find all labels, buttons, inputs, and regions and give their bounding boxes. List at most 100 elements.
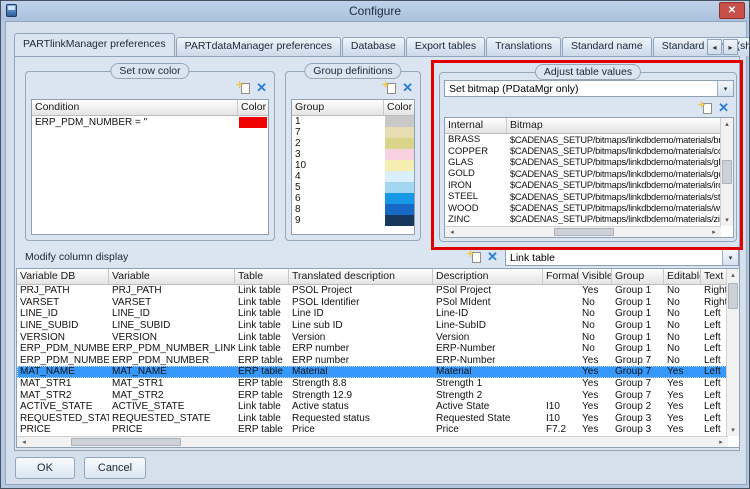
group-definition-row[interactable]: 9 [292,215,414,226]
group-color-swatch[interactable] [385,160,414,171]
column-header-internal[interactable]: Internal [445,118,507,133]
new-item-icon[interactable] [382,81,397,94]
scroll-left-icon[interactable]: ◂ [17,437,31,447]
column-header-group[interactable]: Group [292,100,384,115]
group-color-swatch[interactable] [385,215,414,226]
bitmap-row[interactable]: ZINC $CADENAS_SETUP/bitmaps/linkdbdemo/m… [445,214,720,225]
row-color-swatch[interactable] [239,117,267,128]
bitmap-row[interactable]: WOOD $CADENAS_SETUP/bitmaps/linkdbdemo/m… [445,202,720,214]
column-header-description[interactable]: Description [433,269,543,284]
delete-icon[interactable]: ✕ [718,101,729,114]
scroll-up-icon[interactable]: ▴ [727,269,739,281]
group-color-swatch[interactable] [385,171,414,182]
bitmap-horizontal-scrollbar[interactable]: ◂ ▸ [445,226,721,237]
ok-button[interactable]: OK [15,457,75,479]
group-color-swatch[interactable] [385,204,414,215]
scroll-down-icon[interactable]: ▾ [721,214,733,226]
column-header-color[interactable]: Color [238,100,268,115]
chevron-down-icon[interactable]: ▾ [722,250,738,265]
tab[interactable]: PARTdataManager preferences [175,37,341,56]
group-color-swatch[interactable] [385,149,414,160]
group-color-swatch[interactable] [385,182,414,193]
column-header-group[interactable]: Group [612,269,664,284]
group-definition-row[interactable]: 3 [292,149,414,160]
table-row[interactable]: MAT_NAME MAT_NAME ERP table Material Mat… [17,366,727,378]
bitmap-row[interactable]: COPPER $CADENAS_SETUP/bitmaps/linkdbdemo… [445,145,720,157]
group-definition-row[interactable]: 8 [292,204,414,215]
tab[interactable]: Export tables [405,37,486,56]
group-color-swatch[interactable] [385,193,414,204]
column-header-bitmap[interactable]: Bitmap [507,118,720,133]
bitmap-row[interactable]: STEEL $CADENAS_SETUP/bitmaps/linkdbdemo/… [445,191,720,202]
scrollbar-thumb[interactable] [71,438,181,446]
column-header-visible[interactable]: Visible [579,269,612,284]
table-row[interactable]: ERP_PDM_NUMBER ERP_PDM_NUMBER_LINKTABLE … [17,343,727,355]
chevron-down-icon[interactable]: ▾ [717,81,733,96]
table-row[interactable]: LINE_ID LINE_ID Link table Line ID Line-… [17,308,727,320]
bitmap-row[interactable]: GOLD $CADENAS_SETUP/bitmaps/linkdbdemo/m… [445,168,720,179]
group-definition-row[interactable]: 2 [292,138,414,149]
group-color-swatch[interactable] [385,116,414,127]
column-header-table[interactable]: Table [235,269,289,284]
new-item-icon[interactable] [467,250,481,263]
delete-icon[interactable]: ✕ [487,250,498,263]
table-row[interactable]: VARSET VARSET Link table PSOL Identifier… [17,297,727,309]
scroll-down-icon[interactable]: ▾ [727,424,739,436]
table-row[interactable]: MAT_STR2 MAT_STR2 ERP table Strength 12.… [17,389,727,401]
column-header-editable[interactable]: Editable [664,269,701,284]
tab[interactable]: Translations [486,37,561,56]
tab[interactable]: Database [341,37,405,56]
column-header-color[interactable]: Color [384,100,414,115]
internal-value: WOOD [448,202,479,214]
group-definition-row[interactable]: 1 [292,116,414,127]
table-row[interactable]: REQUESTED_STATE REQUESTED_STATE Link tab… [17,413,727,425]
group-definition-row[interactable]: 5 [292,182,414,193]
set-bitmap-dropdown[interactable]: Set bitmap (PDataMgr only) ▾ [444,80,734,97]
scroll-right-icon[interactable]: ▸ [714,437,728,447]
column-header-variable-db[interactable]: Variable DB [17,269,109,284]
column-header-format[interactable]: Format [543,269,579,284]
scrollbar-thumb[interactable] [722,160,732,184]
tab-scroll-right-icon[interactable]: ▸ [723,39,738,55]
cancel-button[interactable]: Cancel [84,457,146,479]
column-header-variable[interactable]: Variable [109,269,235,284]
group-definition-row[interactable]: 4 [292,171,414,182]
delete-icon[interactable]: ✕ [256,81,267,94]
group-definition-row[interactable]: 7 [292,127,414,138]
table-select-dropdown[interactable]: Link table ▾ [505,249,739,266]
scrollbar-thumb[interactable] [554,228,614,236]
column-header-condition[interactable]: Condition [32,100,238,115]
bitmap-row[interactable]: GLAS $CADENAS_SETUP/bitmaps/linkdbdemo/m… [445,157,720,168]
row-color-row[interactable]: ERP_PDM_NUMBER = " [32,116,268,129]
delete-icon[interactable]: ✕ [402,81,413,94]
tab[interactable]: Standard name [561,37,652,56]
column-header-translated-description[interactable]: Translated description [289,269,433,284]
scroll-up-icon[interactable]: ▴ [721,118,733,130]
group-color-swatch[interactable] [385,127,414,138]
title-bar[interactable]: Configure ✕ [1,1,749,21]
new-item-icon[interactable] [236,81,251,94]
table-row[interactable]: ACTIVE_STATE ACTIVE_STATE Link table Act… [17,401,727,413]
bitmap-vertical-scrollbar[interactable]: ▴ ▾ [720,118,733,226]
bitmap-row[interactable]: BRASS $CADENAS_SETUP/bitmaps/linkdbdemo/… [445,134,720,145]
table-horizontal-scrollbar[interactable]: ◂ ▸ [17,436,728,447]
group-definition-row[interactable]: 6 [292,193,414,204]
close-button[interactable]: ✕ [719,2,745,19]
scrollbar-thumb[interactable] [728,283,738,309]
bitmap-row[interactable]: IRON $CADENAS_SETUP/bitmaps/linkdbdemo/m… [445,180,720,191]
group-definition-row[interactable]: 10 [292,160,414,171]
group-color-swatch[interactable] [385,138,414,149]
table-row[interactable]: PRJ_PATH PRJ_PATH Link table PSOL Projec… [17,285,727,297]
column-header-text[interactable]: Text [701,269,727,284]
table-row[interactable]: PRICE PRICE ERP table Price Price F7.2 Y… [17,424,727,436]
new-item-icon[interactable] [698,101,713,114]
scroll-right-icon[interactable]: ▸ [707,227,721,237]
table-row[interactable]: ERP_PDM_NUMBER ERP_PDM_NUMBER ERP table … [17,355,727,367]
scroll-left-icon[interactable]: ◂ [445,227,459,237]
table-row[interactable]: VERSION VERSION Link table Version Versi… [17,331,727,343]
tab[interactable]: PARTlinkManager preferences [14,33,175,56]
table-row[interactable]: MAT_STR1 MAT_STR1 ERP table Strength 8.8… [17,378,727,390]
tab-scroll-left-icon[interactable]: ◂ [707,39,722,55]
table-vertical-scrollbar[interactable]: ▴ ▾ [726,269,739,436]
table-row[interactable]: LINE_SUBID LINE_SUBID Link table Line su… [17,320,727,332]
